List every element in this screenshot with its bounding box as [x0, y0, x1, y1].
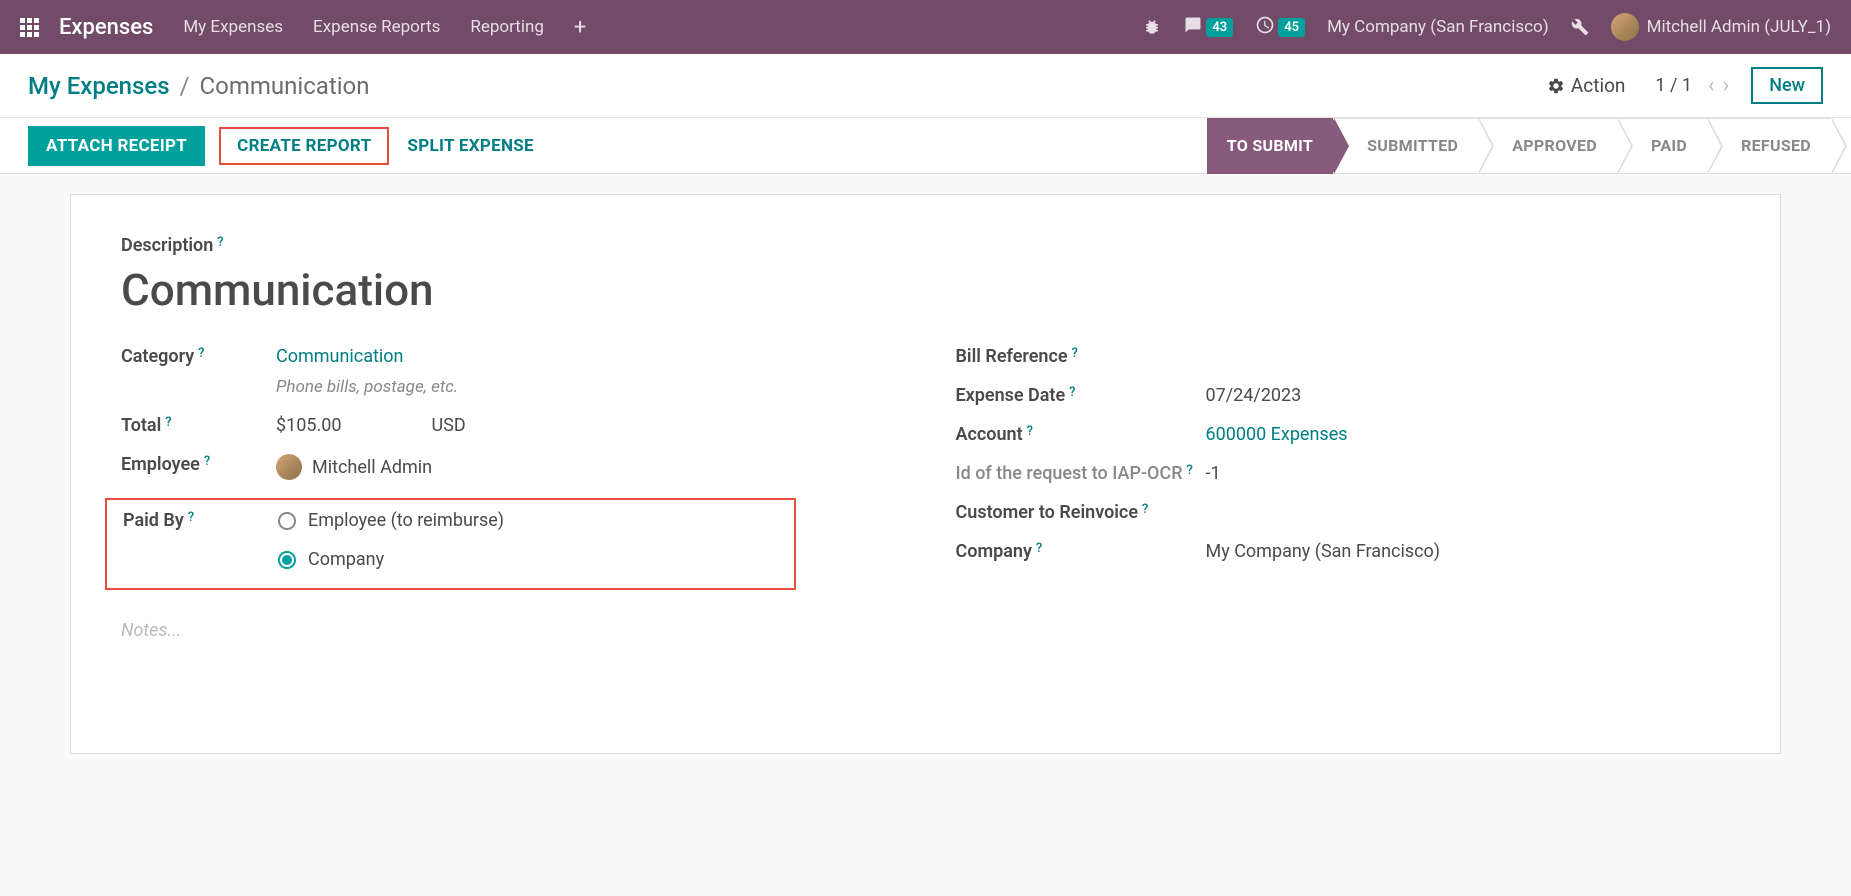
company-value[interactable]: My Company (San Francisco): [1206, 541, 1441, 562]
breadcrumb-parent[interactable]: My Expenses: [28, 72, 170, 100]
total-amount[interactable]: $105.00: [276, 415, 341, 436]
user-avatar: [1611, 13, 1639, 41]
status-to-submit[interactable]: TO SUBMIT: [1207, 118, 1333, 174]
category-label: Category ?: [121, 346, 276, 367]
customer-reinvoice-label: Customer to Reinvoice ?: [956, 502, 1206, 523]
new-button[interactable]: New: [1751, 67, 1823, 104]
paid-by-company-radio[interactable]: Company: [278, 549, 504, 570]
pager-prev-icon[interactable]: ‹: [1708, 73, 1715, 98]
notes-field[interactable]: Notes...: [121, 620, 896, 641]
company-label: Company ?: [956, 541, 1206, 562]
action-dropdown[interactable]: Action: [1547, 74, 1626, 97]
user-menu[interactable]: Mitchell Admin (JULY_1): [1611, 13, 1831, 41]
total-label: Total ?: [121, 415, 276, 436]
account-help-icon[interactable]: ?: [1027, 424, 1033, 439]
expense-date-help-icon[interactable]: ?: [1069, 385, 1075, 400]
employee-value[interactable]: Mitchell Admin: [312, 457, 432, 478]
pager-next-icon[interactable]: ›: [1723, 73, 1730, 98]
activities-badge: 45: [1278, 18, 1305, 37]
paid-by-help-icon[interactable]: ?: [188, 510, 194, 525]
form-right-column: Bill Reference ? Expense Date ? 07/24/20…: [956, 346, 1731, 641]
breadcrumb-current: Communication: [200, 72, 370, 100]
employee-label: Employee ?: [121, 454, 276, 475]
content-area: Description ? Communication Category ? C…: [0, 174, 1851, 774]
total-help-icon[interactable]: ?: [165, 415, 171, 430]
company-help-icon[interactable]: ?: [1036, 541, 1042, 556]
debug-icon[interactable]: [1143, 18, 1161, 36]
description-help-icon[interactable]: ?: [217, 235, 223, 250]
account-label: Account ?: [956, 424, 1206, 445]
bill-reference-help-icon[interactable]: ?: [1072, 346, 1078, 361]
action-bar: ATTACH RECEIPT CREATE REPORT SPLIT EXPEN…: [0, 118, 1851, 174]
description-label: Description ?: [121, 235, 1730, 256]
nav-reporting[interactable]: Reporting: [470, 17, 544, 37]
record-title[interactable]: Communication: [121, 264, 1730, 316]
account-value[interactable]: 600000 Expenses: [1206, 424, 1348, 445]
employee-help-icon[interactable]: ?: [204, 454, 210, 469]
radio-checked-icon: [278, 551, 296, 569]
company-switcher[interactable]: My Company (San Francisco): [1327, 17, 1549, 37]
customer-reinvoice-help-icon[interactable]: ?: [1142, 502, 1148, 517]
expense-date-label: Expense Date ?: [956, 385, 1206, 406]
settings-icon[interactable]: [1571, 18, 1589, 36]
breadcrumb-bar: My Expenses / Communication Action 1 / 1…: [0, 54, 1851, 118]
activities-button[interactable]: 45: [1255, 15, 1305, 40]
user-name: Mitchell Admin (JULY_1): [1647, 17, 1831, 37]
category-value[interactable]: Communication: [276, 346, 458, 367]
nav-expense-reports[interactable]: Expense Reports: [313, 17, 440, 37]
expense-date-value[interactable]: 07/24/2023: [1206, 385, 1302, 406]
messages-button[interactable]: 43: [1183, 16, 1233, 39]
iap-ocr-value: -1: [1206, 463, 1221, 484]
attach-receipt-button[interactable]: ATTACH RECEIPT: [28, 126, 205, 166]
status-approved[interactable]: APPROVED: [1478, 118, 1617, 174]
app-brand[interactable]: Expenses: [59, 15, 153, 40]
pager-count: 1 / 1: [1655, 75, 1692, 96]
status-refused[interactable]: REFUSED: [1707, 118, 1831, 174]
create-report-button[interactable]: CREATE REPORT: [219, 127, 389, 165]
top-navbar: Expenses My Expenses Expense Reports Rep…: [0, 0, 1851, 54]
form-sheet: Description ? Communication Category ? C…: [70, 194, 1781, 754]
paid-by-label: Paid By ?: [123, 510, 278, 531]
nav-new-icon[interactable]: +: [574, 15, 586, 40]
messages-badge: 43: [1206, 18, 1233, 37]
iap-ocr-label: Id of the request to IAP-OCR ?: [956, 463, 1206, 484]
status-submitted[interactable]: SUBMITTED: [1333, 118, 1478, 174]
employee-avatar: [276, 454, 302, 480]
nav-my-expenses[interactable]: My Expenses: [183, 17, 283, 37]
category-hint: Phone bills, postage, etc.: [276, 377, 458, 397]
category-help-icon[interactable]: ?: [198, 346, 204, 361]
paid-by-employee-radio[interactable]: Employee (to reimburse): [278, 510, 504, 531]
total-currency[interactable]: USD: [431, 415, 465, 436]
status-bar: TO SUBMIT SUBMITTED APPROVED PAID REFUSE…: [1207, 118, 1831, 174]
breadcrumb-separator: /: [180, 72, 190, 100]
action-label: Action: [1571, 74, 1626, 97]
form-left-column: Category ? Communication Phone bills, po…: [121, 346, 896, 641]
split-expense-button[interactable]: SPLIT EXPENSE: [389, 126, 551, 166]
iap-ocr-help-icon[interactable]: ?: [1187, 463, 1193, 478]
apps-grid-icon[interactable]: [20, 18, 39, 37]
radio-unchecked-icon: [278, 512, 296, 530]
bill-reference-label: Bill Reference ?: [956, 346, 1206, 367]
